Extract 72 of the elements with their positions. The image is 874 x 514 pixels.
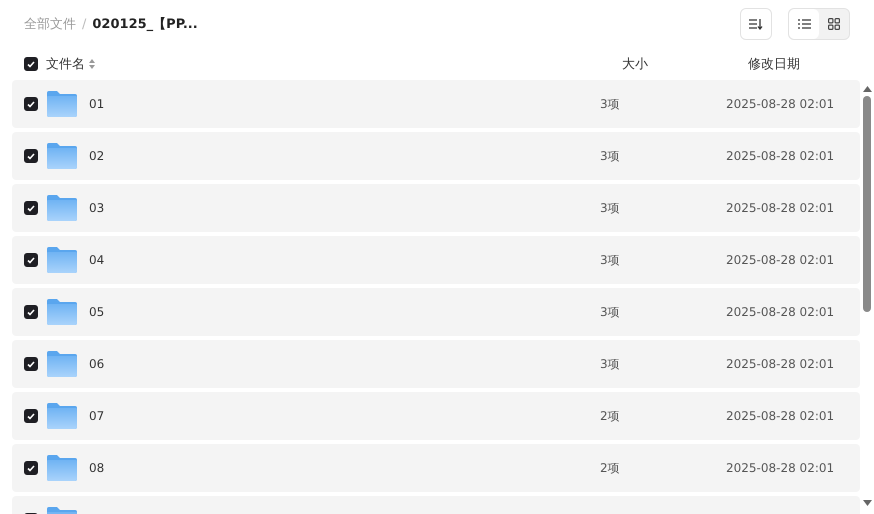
folder-icon	[47, 455, 77, 481]
list-view-button[interactable]	[789, 9, 819, 39]
modified-date: 2025-08-28 02:01	[726, 305, 836, 319]
modified-date: 2025-08-28 02:01	[726, 409, 836, 423]
current-folder-label: 020125_【PP...	[92, 16, 198, 33]
list-icon	[798, 19, 810, 29]
item-count: 3项	[600, 304, 621, 320]
checkmark-icon	[27, 152, 35, 160]
folder-row[interactable]: 06 3项 2025-08-28 02:01	[12, 340, 860, 388]
row-checkbox[interactable]	[24, 201, 38, 215]
folder-row[interactable]: 03 3项 2025-08-28 02:01	[12, 184, 860, 232]
row-checkbox[interactable]	[24, 97, 38, 111]
row-checkbox[interactable]	[24, 461, 38, 475]
scroll-up-icon[interactable]	[862, 86, 872, 92]
checkmark-icon	[27, 204, 35, 212]
folder-name: 03	[89, 201, 104, 215]
checkmark-icon	[27, 412, 35, 420]
folder-row[interactable]: 07 2项 2025-08-28 02:01	[12, 392, 860, 440]
checkmark-icon	[27, 256, 35, 264]
item-count: 3项	[600, 96, 621, 112]
folder-icon	[47, 247, 77, 273]
scrollbar-thumb[interactable]	[863, 96, 871, 312]
row-checkbox[interactable]	[24, 305, 38, 319]
folder-row[interactable]: 08 2项 2025-08-28 02:01	[12, 444, 860, 492]
modified-date: 2025-08-28 02:01	[726, 201, 836, 215]
folder-icon	[47, 91, 77, 117]
row-checkbox[interactable]	[24, 409, 38, 423]
modified-date: 2025-08-28 02:01	[726, 97, 836, 111]
folder-name: 06	[89, 357, 104, 371]
folder-name: 07	[89, 409, 104, 423]
item-count: 3项	[600, 252, 621, 268]
checkmark-icon	[27, 308, 35, 316]
modified-date: 2025-08-28 02:01	[726, 253, 836, 267]
sort-button[interactable]	[740, 8, 772, 40]
modified-date: 2025-08-28 02:01	[726, 357, 836, 371]
folder-icon	[47, 143, 77, 169]
scroll-down-icon[interactable]	[862, 500, 872, 506]
checkmark-icon	[27, 464, 35, 472]
grid-icon	[828, 18, 840, 30]
folder-name: 05	[89, 305, 104, 319]
sort-icon	[749, 18, 763, 30]
folder-row[interactable]: 02 3项 2025-08-28 02:01	[12, 132, 860, 180]
row-checkbox[interactable]	[24, 253, 38, 267]
item-count: 3项	[600, 200, 621, 216]
row-checkbox[interactable]	[24, 357, 38, 371]
folder-name: 02	[89, 149, 104, 163]
folder-icon	[47, 403, 77, 429]
checkmark-icon	[27, 60, 35, 68]
column-header: 大小	[622, 56, 649, 73]
folder-name: 08	[89, 461, 104, 475]
breadcrumb-separator: /	[82, 16, 86, 32]
item-count: 3项	[600, 356, 621, 372]
folder-name: 01	[89, 97, 104, 111]
folder-icon	[47, 195, 77, 221]
checkmark-icon	[27, 360, 35, 368]
modified-date: 2025-08-28 02:01	[726, 149, 836, 163]
item-count: 2项	[600, 460, 621, 476]
folder-row[interactable]: 05 3项 2025-08-28 02:01	[12, 288, 860, 336]
folder-icon	[47, 299, 77, 325]
folder-row[interactable]: 01 3项 2025-08-28 02:01	[12, 80, 860, 128]
folder-name: 04	[89, 253, 104, 267]
folder-row[interactable]: 04 3项 2025-08-28 02:01	[12, 236, 860, 284]
item-count: 2项	[600, 408, 621, 424]
column-header[interactable]: 文件名	[46, 55, 85, 73]
item-count: 3项	[600, 148, 621, 164]
row-checkbox[interactable]	[24, 149, 38, 163]
sort-arrows-icon	[89, 59, 95, 69]
checkmark-icon	[27, 100, 35, 108]
modified-date: 2025-08-28 02:01	[726, 461, 836, 475]
folder-icon	[47, 351, 77, 377]
column-header: 修改日期	[748, 56, 801, 73]
select-all-checkbox[interactable]	[24, 57, 38, 71]
